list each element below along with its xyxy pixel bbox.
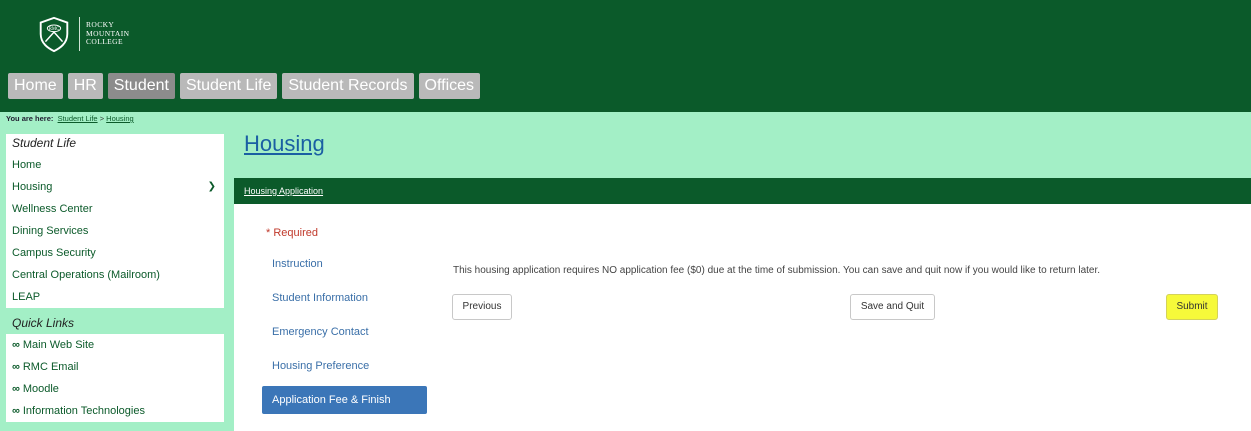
sidebar-item-label: Wellness Center [12,203,93,215]
nav-tab-student[interactable]: Student [107,73,175,99]
quick-link-label: Main Web Site [22,339,95,351]
logo-divider [79,17,80,51]
link-icon: ∞ [12,339,20,351]
sidebar-item-label: Housing [12,181,53,193]
breadcrumb-housing[interactable]: Housing [106,114,134,123]
sidebar-heading: Student Life [12,136,77,150]
chevron-down-icon[interactable]: ❯ [208,176,216,198]
breadcrumb-separator: > [99,114,105,123]
sidebar: Student Life Home Housing ❯ Wellness Cent… [6,134,224,422]
submit-button[interactable]: Submit [1166,294,1218,320]
main-nav: Home HR Student Student Life Student Rec… [8,73,485,99]
crest-icon: RMC [39,16,69,53]
quick-link-label: Moodle [22,383,59,395]
sidebar-item-wellness-center[interactable]: Wellness Center [6,198,224,220]
quick-links-heading: Quick Links [6,308,224,334]
quick-link-rmc-email[interactable]: ∞ RMC Email [6,356,224,378]
section-bar [234,178,1251,204]
sidebar-item-campus-security[interactable]: Campus Security [6,242,224,264]
sidebar-item-housing[interactable]: Housing ❯ [6,176,224,198]
sidebar-item-label: Central Operations (Mailroom) [12,269,160,281]
link-icon: ∞ [12,405,20,417]
quick-link-label: RMC Email [22,361,79,373]
nav-tab-hr[interactable]: HR [67,73,103,99]
nav-tab-student-records[interactable]: Student Records [282,73,414,99]
college-logo[interactable]: RMC Rocky Mountain College [35,15,129,53]
sidebar-item-home[interactable]: Home [6,154,224,176]
crest-text: RMC [49,27,60,32]
sidebar-menu: Student Life Home Housing ❯ Wellness Cent… [6,134,224,308]
logo-text: Rocky Mountain College [86,21,129,47]
site-header: RMC Rocky Mountain College Home HR Stude… [0,0,1251,112]
step-list: * Required Instruction Student Informati… [262,222,427,414]
link-icon: ∞ [12,383,20,395]
quick-link-label: Information Technologies [22,405,145,417]
sidebar-item-label: Dining Services [12,225,89,237]
quick-link-main-web-site[interactable]: ∞ Main Web Site [6,334,224,356]
breadcrumb: You are here: Student Life > Housing [0,112,1251,126]
logo-line-3: College [86,37,123,47]
sidebar-item-leap[interactable]: LEAP [6,286,224,308]
sidebar-item-label: Home [12,159,42,171]
sidebar-item-label: Campus Security [12,247,96,259]
step-student-information[interactable]: Student Information [262,284,427,312]
step-instruction[interactable]: Instruction [262,250,427,278]
link-icon: ∞ [12,361,20,373]
section-title-link[interactable]: Housing Application [244,186,323,196]
title-band [234,126,1251,178]
nav-tab-offices[interactable]: Offices [418,73,481,99]
required-note: * Required [266,227,318,239]
quick-link-moodle[interactable]: ∞ Moodle [6,378,224,400]
quick-link-information-technologies[interactable]: ∞ Information Technologies [6,400,224,422]
step-emergency-contact[interactable]: Emergency Contact [262,318,427,346]
breadcrumb-student-life[interactable]: Student Life [58,114,98,123]
previous-button[interactable]: Previous [452,294,512,320]
nav-tab-home[interactable]: Home [8,73,63,99]
nav-tab-student-life[interactable]: Student Life [179,73,278,99]
sidebar-item-dining-services[interactable]: Dining Services [6,220,224,242]
step-housing-preference[interactable]: Housing Preference [262,352,427,380]
breadcrumb-prefix: You are here: [6,114,54,123]
page-title[interactable]: Housing [244,131,325,157]
save-and-quit-button[interactable]: Save and Quit [850,294,935,320]
sidebar-item-central-operations[interactable]: Central Operations (Mailroom) [6,264,224,286]
step-application-fee-finish[interactable]: Application Fee & Finish [262,386,427,414]
sidebar-item-label: LEAP [12,291,41,303]
fee-info-text: This housing application requires NO app… [453,265,1101,276]
